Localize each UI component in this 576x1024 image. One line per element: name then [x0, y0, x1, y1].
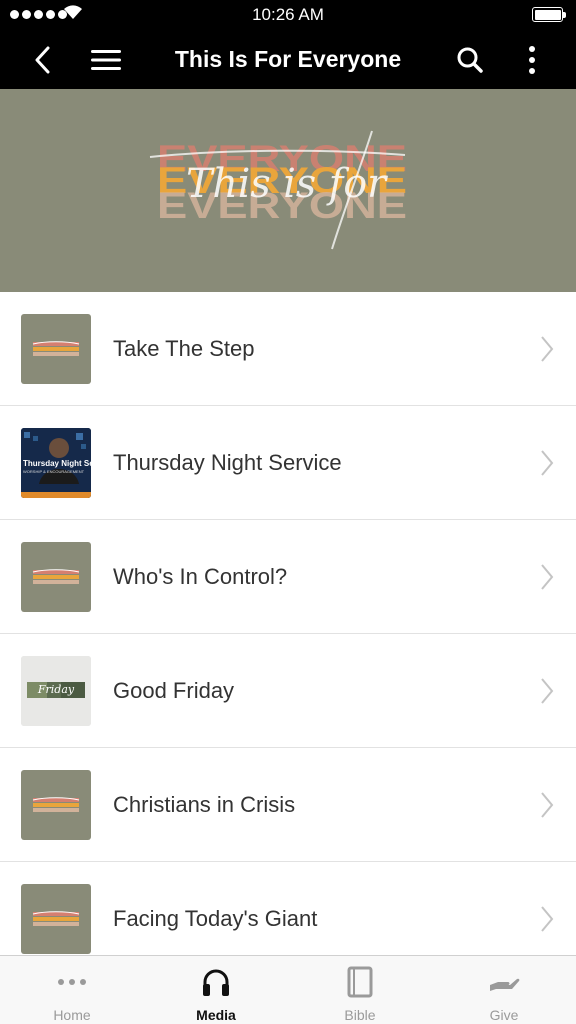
nav-bar: This Is For Everyone	[0, 30, 576, 89]
thumbnail-title: Friday	[37, 683, 75, 696]
media-list: Take The Step Thursday Night Service WOR…	[0, 292, 576, 955]
giving-hand-icon	[490, 978, 520, 991]
tab-label: Home	[53, 1007, 91, 1023]
series-thumbnail	[21, 314, 91, 384]
series-banner: EVERYONE EVERYONE EVERYONE This is for	[0, 89, 576, 292]
list-item[interactable]: Christians in Crisis	[0, 748, 576, 862]
tab-bible[interactable]: Bible	[288, 956, 432, 1024]
hamburger-icon	[91, 49, 121, 70]
chevron-left-icon	[35, 46, 50, 73]
ellipsis-icon	[58, 979, 86, 985]
list-item[interactable]: Thursday Night Service WORSHIP & ENCOURA…	[0, 406, 576, 520]
more-options-button[interactable]	[512, 30, 552, 89]
tab-bar: Home Media Bible Give	[0, 955, 576, 1024]
series-thumbnail: Friday	[21, 656, 91, 726]
search-icon	[457, 47, 483, 73]
tab-media[interactable]: Media	[144, 956, 288, 1024]
chevron-right-icon	[541, 678, 554, 704]
series-thumbnail	[21, 770, 91, 840]
vertical-ellipsis-icon	[529, 45, 535, 74]
list-item-title: Good Friday	[113, 678, 235, 703]
thumbnail-title: Thursday Night Service	[23, 459, 91, 468]
battery-icon	[532, 7, 566, 22]
banner-script-text: This is for	[186, 161, 389, 207]
chevron-right-icon	[541, 792, 554, 818]
chevron-right-icon	[541, 336, 554, 362]
menu-button[interactable]	[84, 30, 128, 89]
headphones-icon	[203, 969, 229, 996]
status-time: 10:26 AM	[252, 5, 324, 24]
list-item[interactable]: Facing Today's Giant	[0, 862, 576, 955]
status-bar: 10:26 AM	[0, 0, 576, 30]
list-item-title: Thursday Night Service	[113, 450, 342, 475]
list-item[interactable]: Friday Good Friday	[0, 634, 576, 748]
list-item[interactable]: Who's In Control?	[0, 520, 576, 634]
list-item-title: Who's In Control?	[113, 564, 288, 589]
series-banner-art: EVERYONE EVERYONE EVERYONE This is for	[149, 130, 407, 250]
tab-home[interactable]: Home	[0, 956, 144, 1024]
book-icon	[347, 966, 373, 998]
tab-label: Give	[489, 1007, 519, 1023]
list-item-title: Christians in Crisis	[113, 792, 296, 817]
list-item-title: Take The Step	[113, 336, 255, 361]
series-thumbnail: Thursday Night Service WORSHIP & ENCOURA…	[21, 428, 91, 498]
chevron-right-icon	[541, 564, 554, 590]
page-title: This Is For Everyone	[174, 46, 402, 72]
search-button[interactable]	[448, 30, 492, 89]
thumbnail-subtitle: WORSHIP & ENCOURAGEMENT	[23, 469, 85, 474]
chevron-right-icon	[541, 906, 554, 932]
series-thumbnail	[21, 884, 91, 954]
tab-label: Media	[196, 1007, 236, 1023]
chevron-right-icon	[541, 450, 554, 476]
list-item[interactable]: Take The Step	[0, 292, 576, 406]
list-item-title: Facing Today's Giant	[113, 906, 318, 931]
series-thumbnail	[21, 542, 91, 612]
back-button[interactable]	[20, 30, 64, 89]
tab-give[interactable]: Give	[432, 956, 576, 1024]
tab-label: Bible	[344, 1007, 376, 1023]
